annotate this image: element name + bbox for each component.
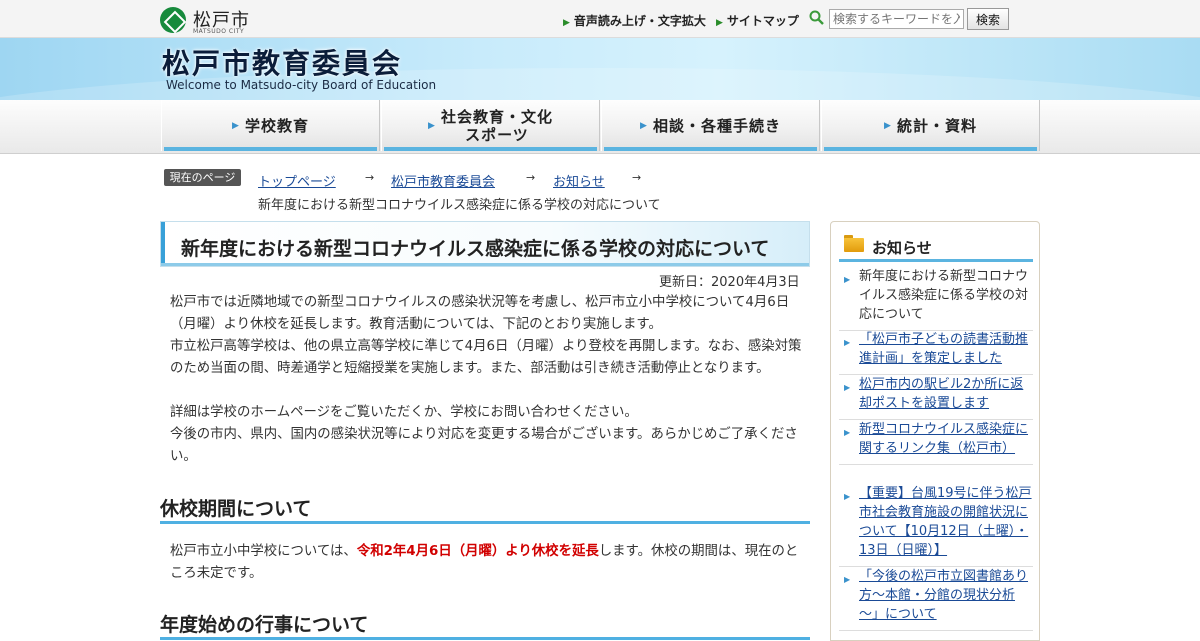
sidebar-header: お知らせ xyxy=(839,228,1033,262)
closure-paragraph: 松戸市立小中学校については、令和2年4月6日（月曜）より休校を延長します。休校の… xyxy=(170,544,799,581)
gnav-statistics-materials[interactable]: ▶ 統計・資料 xyxy=(821,100,1040,151)
article-paragraph: 市立松戸高等学校は、他の県立高等学校に準じて4月6日（月曜）より登校を再開します… xyxy=(170,339,802,376)
site-subtitle: Welcome to Matsudo-city Board of Educati… xyxy=(166,78,437,92)
section-heading-events: 年度始めの行事について xyxy=(160,610,810,640)
triangle-right-icon: ▶ xyxy=(884,120,892,131)
news-item: ▶ 新型コロナウイルス感染症に関するリンク集（松戸市） xyxy=(839,420,1033,465)
news-item: ▶ 【重要】台風19号に伴う松戸市社会教育施設の開館状況について【10月12日（土… xyxy=(839,484,1033,567)
arrow-right-icon: ▶ xyxy=(716,18,723,28)
news-link[interactable]: 松戸市内の駅ビル2か所に返却ポストを設置します xyxy=(859,377,1023,411)
site-banner: 松戸市教育委員会 Welcome to Matsudo-city Board o… xyxy=(0,38,1200,100)
gnav-label: 学校教育 xyxy=(244,116,309,135)
triangle-right-icon: ▶ xyxy=(640,120,648,131)
section-heading-closure: 休校期間について xyxy=(160,494,810,524)
article-paragraph: 詳細は学校のホームページをご覧いただくか、学校にお問い合わせください。 xyxy=(170,405,638,420)
breadcrumb-arrow-icon: → xyxy=(365,171,375,184)
news-item: ▶ 松戸市内の駅ビル2か所に返却ポストを設置します xyxy=(839,375,1033,420)
news-item-current: ▶ 新年度における新型コロナウイルス感染症に係る学校の対応について xyxy=(839,267,1033,331)
article-paragraph: 松戸市では近隣地域での新型コロナウイルスの感染状況等を考慮し、松戸市立小中学校に… xyxy=(170,295,790,332)
page-title-box: 新年度における新型コロナウイルス感染症に係る学校の対応について xyxy=(160,221,810,267)
news-link[interactable]: 「今後の松戸市立図書館あり方～本館・分館の現状分析～」について xyxy=(859,569,1028,622)
breadcrumb-arrow-icon: → xyxy=(526,171,536,184)
logo-subtext: MATSUDO CITY xyxy=(193,28,245,35)
folder-icon xyxy=(844,235,864,252)
triangle-right-icon: ▶ xyxy=(844,492,851,501)
breadcrumb-current: 新年度における新型コロナウイルス感染症に係る学校の対応について xyxy=(258,198,661,213)
triangle-right-icon: ▶ xyxy=(844,575,851,584)
gnav-school-education[interactable]: ▶ 学校教育 xyxy=(161,100,380,151)
breadcrumb-label: 現在のページ xyxy=(164,169,241,186)
gnav-consultation-procedures[interactable]: ▶ 相談・各種手続き xyxy=(601,100,820,151)
sidebar-title: お知らせ xyxy=(872,239,932,257)
closure-highlight: 令和2年4月6日（月曜）より休校を延長 xyxy=(356,544,599,559)
site-title[interactable]: 松戸市教育委員会 xyxy=(162,42,402,82)
breadcrumb-link-top[interactable]: トップページ xyxy=(258,171,336,190)
search-input[interactable] xyxy=(829,9,964,29)
city-emblem-icon xyxy=(160,7,186,33)
triangle-right-icon: ▶ xyxy=(232,120,240,131)
updated-date: 更新日：2020年4月3日 xyxy=(659,275,800,290)
search-button[interactable]: 検索 xyxy=(967,8,1009,30)
breadcrumb-arrow-icon: → xyxy=(632,171,642,184)
sitemap-link[interactable]: ▶ サイトマップ xyxy=(716,12,799,29)
breadcrumb-link-board[interactable]: 松戸市教育委員会 xyxy=(391,171,495,190)
triangle-right-icon: ▶ xyxy=(844,275,851,284)
news-item: ▶ 「今後の松戸市立図書館あり方～本館・分館の現状分析～」について xyxy=(839,567,1033,631)
gnav-label: 社会教育・文化 スポーツ xyxy=(440,107,553,144)
gnav-social-education-culture-sports[interactable]: ▶ 社会教育・文化 スポーツ xyxy=(381,100,600,151)
triangle-right-icon: ▶ xyxy=(844,338,851,347)
news-item: ▶ 「松戸市子どもの読書活動推進計画」を策定しました xyxy=(839,330,1033,375)
utility-bar: 松戸市 MATSUDO CITY ▶ 音声読み上げ・文字拡大 ▶ サイトマップ 検索 xyxy=(0,0,1200,38)
triangle-right-icon: ▶ xyxy=(428,120,436,131)
news-link[interactable]: 「松戸市子どもの読書活動推進計画」を策定しました xyxy=(859,332,1028,366)
gnav-label: 相談・各種手続き xyxy=(652,116,781,135)
news-link[interactable]: 新型コロナウイルス感染症に関するリンク集（松戸市） xyxy=(859,422,1028,456)
triangle-right-icon: ▶ xyxy=(844,383,851,392)
arrow-right-icon: ▶ xyxy=(563,18,570,28)
triangle-right-icon: ▶ xyxy=(844,428,851,437)
search-icon xyxy=(809,10,824,25)
breadcrumb-link-news[interactable]: お知らせ xyxy=(553,171,605,190)
gnav-label: 統計・資料 xyxy=(896,116,977,135)
news-link[interactable]: 【重要】台風19号に伴う松戸市社会教育施設の開館状況について【10月12日（土曜… xyxy=(859,486,1032,558)
page-title: 新年度における新型コロナウイルス感染症に係る学校の対応について xyxy=(181,238,770,260)
article-paragraph: 今後の市内、県内、国内の感染状況等により対応を変更する場合がございます。あらかじ… xyxy=(170,427,798,464)
news-sidebar: お知らせ ▶ 新年度における新型コロナウイルス感染症に係る学校の対応について ▶ 「… xyxy=(830,221,1040,641)
read-aloud-link[interactable]: ▶ 音声読み上げ・文字拡大 xyxy=(563,12,706,29)
